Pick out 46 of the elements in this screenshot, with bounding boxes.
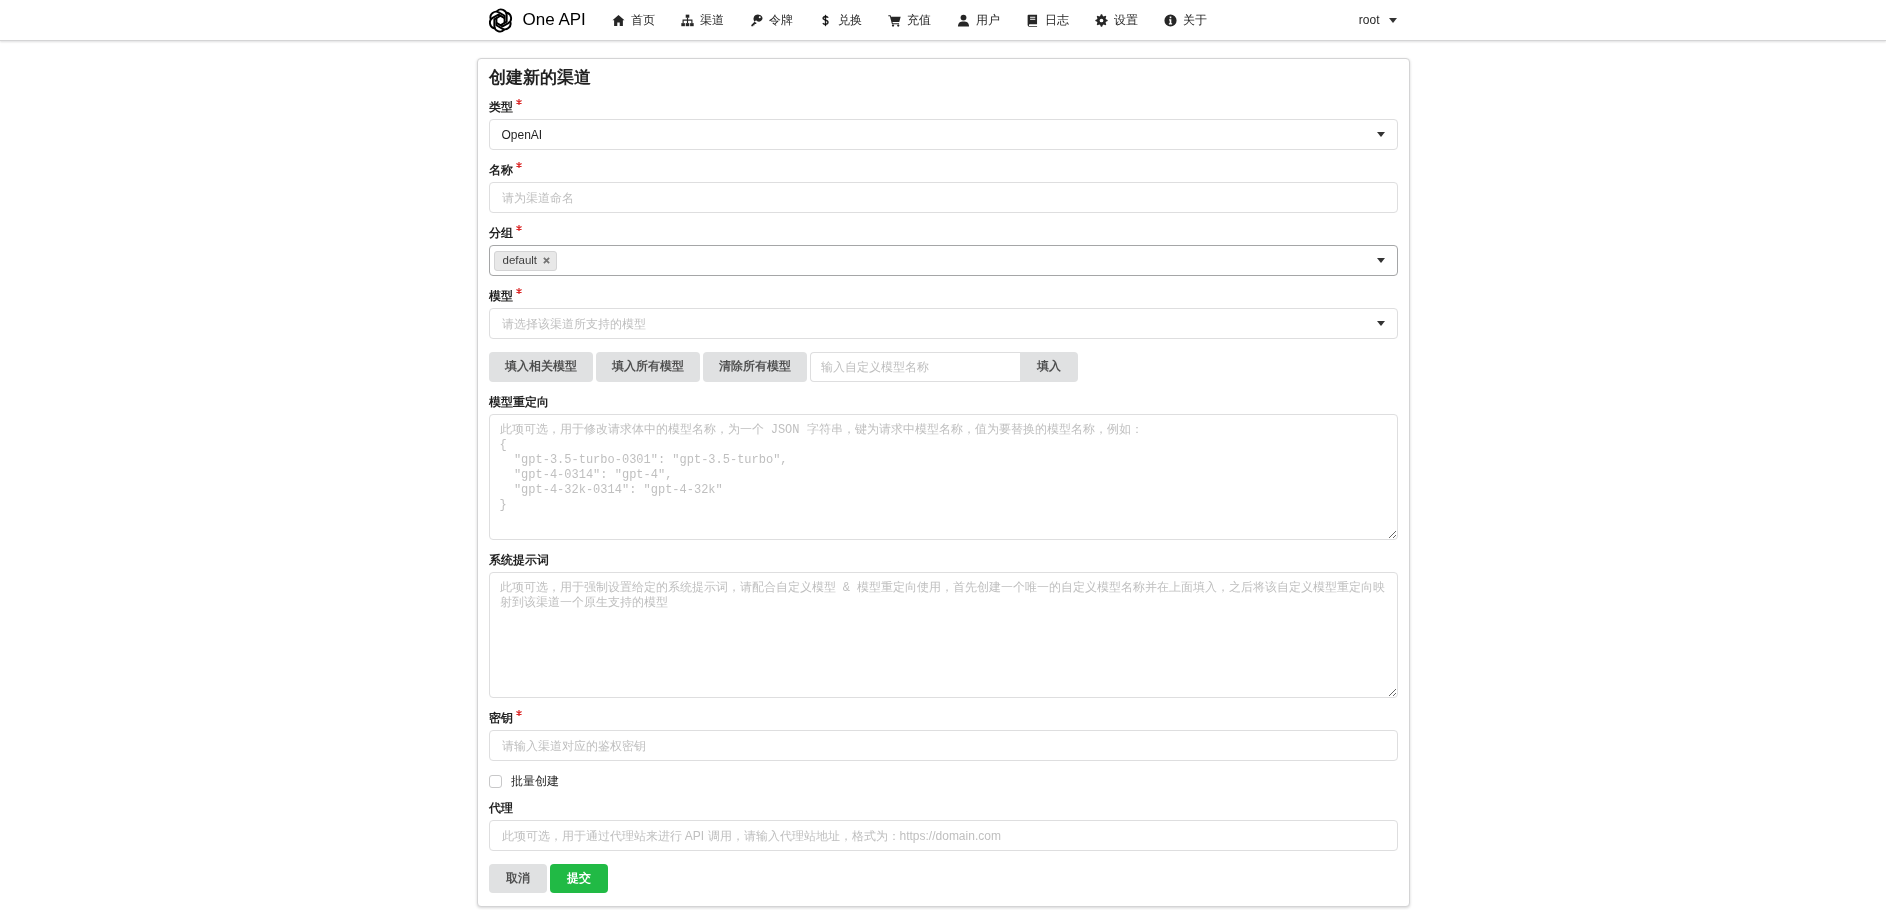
info-icon: [1163, 13, 1177, 27]
user-menu[interactable]: root: [1345, 0, 1410, 40]
field-label: 模型重定向: [488, 395, 549, 409]
field-label: 密钥: [488, 711, 513, 725]
field-label: 模型: [488, 289, 513, 303]
caret-icon: [1388, 17, 1397, 23]
field-label: 代理: [488, 801, 513, 815]
nav-link[interactable]: 设置: [1081, 0, 1151, 40]
checkbox[interactable]: [488, 774, 502, 788]
nav-link[interactable]: 日志: [1012, 0, 1082, 40]
clear-models-button[interactable]: 清除所有模型: [702, 352, 807, 382]
checkbox-label: 批量创建: [510, 774, 559, 788]
field-label: 名称: [488, 163, 513, 177]
fill-related-models-button[interactable]: 填入相关模型: [488, 352, 593, 382]
cart-icon: [887, 13, 901, 27]
brand-link[interactable]: One API: [476, 0, 599, 40]
sitemap-icon: [680, 13, 694, 27]
fill-all-models-button[interactable]: 填入所有模型: [595, 352, 700, 382]
nav-link[interactable]: 用户: [943, 0, 1013, 40]
home-icon: [611, 13, 625, 27]
multiselect-dropdown[interactable]: default: [488, 245, 1398, 276]
caret-icon: [1376, 132, 1385, 137]
nav-link[interactable]: 渠道: [667, 0, 737, 40]
fill-button[interactable]: 填入: [1019, 352, 1078, 382]
text-input[interactable]: 请为渠道命名: [488, 182, 1398, 213]
field-label: 系统提示词: [488, 553, 549, 567]
close-icon[interactable]: [543, 257, 551, 264]
nav-link[interactable]: 兑换: [805, 0, 875, 40]
cancel-button[interactable]: 取消: [488, 864, 547, 893]
nav-link[interactable]: 充值: [874, 0, 944, 40]
nav-link[interactable]: 关于: [1150, 0, 1220, 40]
nav-link[interactable]: 令牌: [736, 0, 806, 40]
book-icon: [1025, 13, 1039, 27]
custom-model-input[interactable]: 输入自定义模型名称: [809, 352, 1020, 382]
form-title: 创建新的渠道: [488, 67, 592, 87]
gear-icon: [1094, 13, 1108, 27]
caret-icon: [1376, 321, 1385, 326]
user-icon: [956, 13, 970, 27]
key-icon: [749, 13, 763, 27]
nav-link[interactable]: 首页: [598, 0, 668, 40]
group-tag[interactable]: default: [493, 250, 558, 271]
field-label: 分组: [488, 226, 513, 240]
field-label: 类型: [488, 100, 513, 114]
text-input[interactable]: 请输入渠道对应的鉴权密钥: [488, 730, 1398, 761]
dropdown[interactable]: OpenAI: [488, 119, 1398, 150]
caret-icon: [1376, 258, 1385, 263]
